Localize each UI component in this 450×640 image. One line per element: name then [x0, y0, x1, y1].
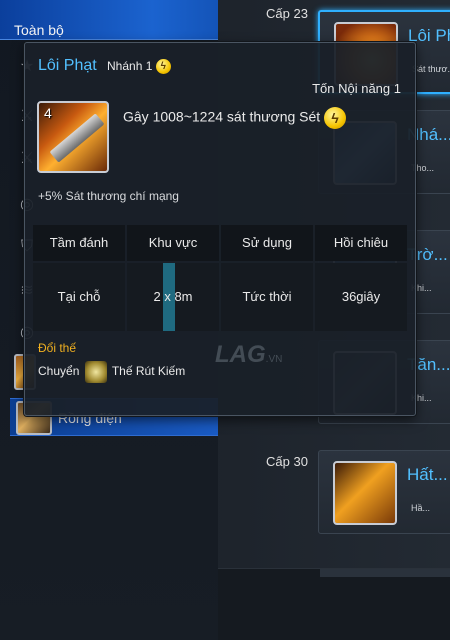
- stance-change-row: Chuyển Thế Rút Kiếm: [38, 361, 185, 383]
- stance-change-label: Đổi thế: [38, 341, 77, 355]
- skill-cost: Tốn Nội năng 1: [312, 81, 401, 96]
- skill-stat-grid: Tầm đánh Khu vực Sử dụng Hồi chiêu Tại c…: [33, 225, 409, 333]
- lightning-icon: ϟ: [155, 59, 171, 75]
- stance-icon: [84, 361, 107, 383]
- skill-branch-label: Nhánh 1: [107, 59, 153, 73]
- level-tag: Cấp 23: [266, 6, 308, 21]
- stat-header-area: Khu vực: [127, 225, 219, 261]
- skill-card-subtitle: Sát thươ...: [412, 64, 450, 74]
- lightning-icon: ϟ: [324, 107, 347, 129]
- stat-value-cooldown: 36giây: [315, 263, 407, 331]
- skill-card[interactable]: Hất... Hầ...: [318, 450, 450, 534]
- watermark-brand: LAG: [215, 341, 266, 368]
- skill-card-name: Hất...: [407, 465, 448, 484]
- skill-branch: Nhánh 1 ϟ: [107, 59, 171, 75]
- stance-change-prefix: Chuyển: [38, 364, 80, 379]
- skill-level-badge: 4: [44, 105, 52, 121]
- watermark-domain: .VN: [265, 354, 283, 365]
- skill-title: Lôi Phạt: [38, 57, 97, 74]
- stance-name: Thế Rút Kiếm: [111, 364, 186, 379]
- skill-icon: 4: [37, 101, 109, 173]
- stat-header-cooldown: Hồi chiêu: [315, 225, 407, 261]
- skill-bonus: +5% Sát thương chí mạng: [38, 189, 179, 203]
- skill-description-text: Gây 1008~1224 sát thương Sét: [123, 108, 321, 125]
- skill-tooltip: Lôi Phạt Nhánh 1 ϟ Tốn Nội năng 1 4 Gây …: [24, 42, 416, 416]
- stat-value-range: Tại chỗ: [33, 263, 125, 331]
- bottom-panel: [218, 568, 450, 640]
- skill-description: Gây 1008~1224 sát thương Sét ϟ: [123, 107, 347, 129]
- stat-header-range: Tầm đánh: [33, 225, 125, 261]
- category-all-label: Toàn bộ: [14, 22, 64, 38]
- stat-value-cast: Tức thời: [221, 263, 313, 331]
- category-all-tab[interactable]: Toàn bộ: [0, 0, 218, 40]
- level-tag: Cấp 30: [266, 454, 308, 469]
- stat-header-cast: Sử dụng: [221, 225, 313, 261]
- skill-icon: [333, 461, 397, 525]
- lag-watermark-logo: LAG.VN: [215, 341, 285, 377]
- sword-icon: [49, 113, 105, 163]
- stat-value-area: 2 x 8m: [127, 263, 219, 331]
- divider: [320, 569, 450, 577]
- skill-card-subtitle: Hầ...: [411, 503, 431, 513]
